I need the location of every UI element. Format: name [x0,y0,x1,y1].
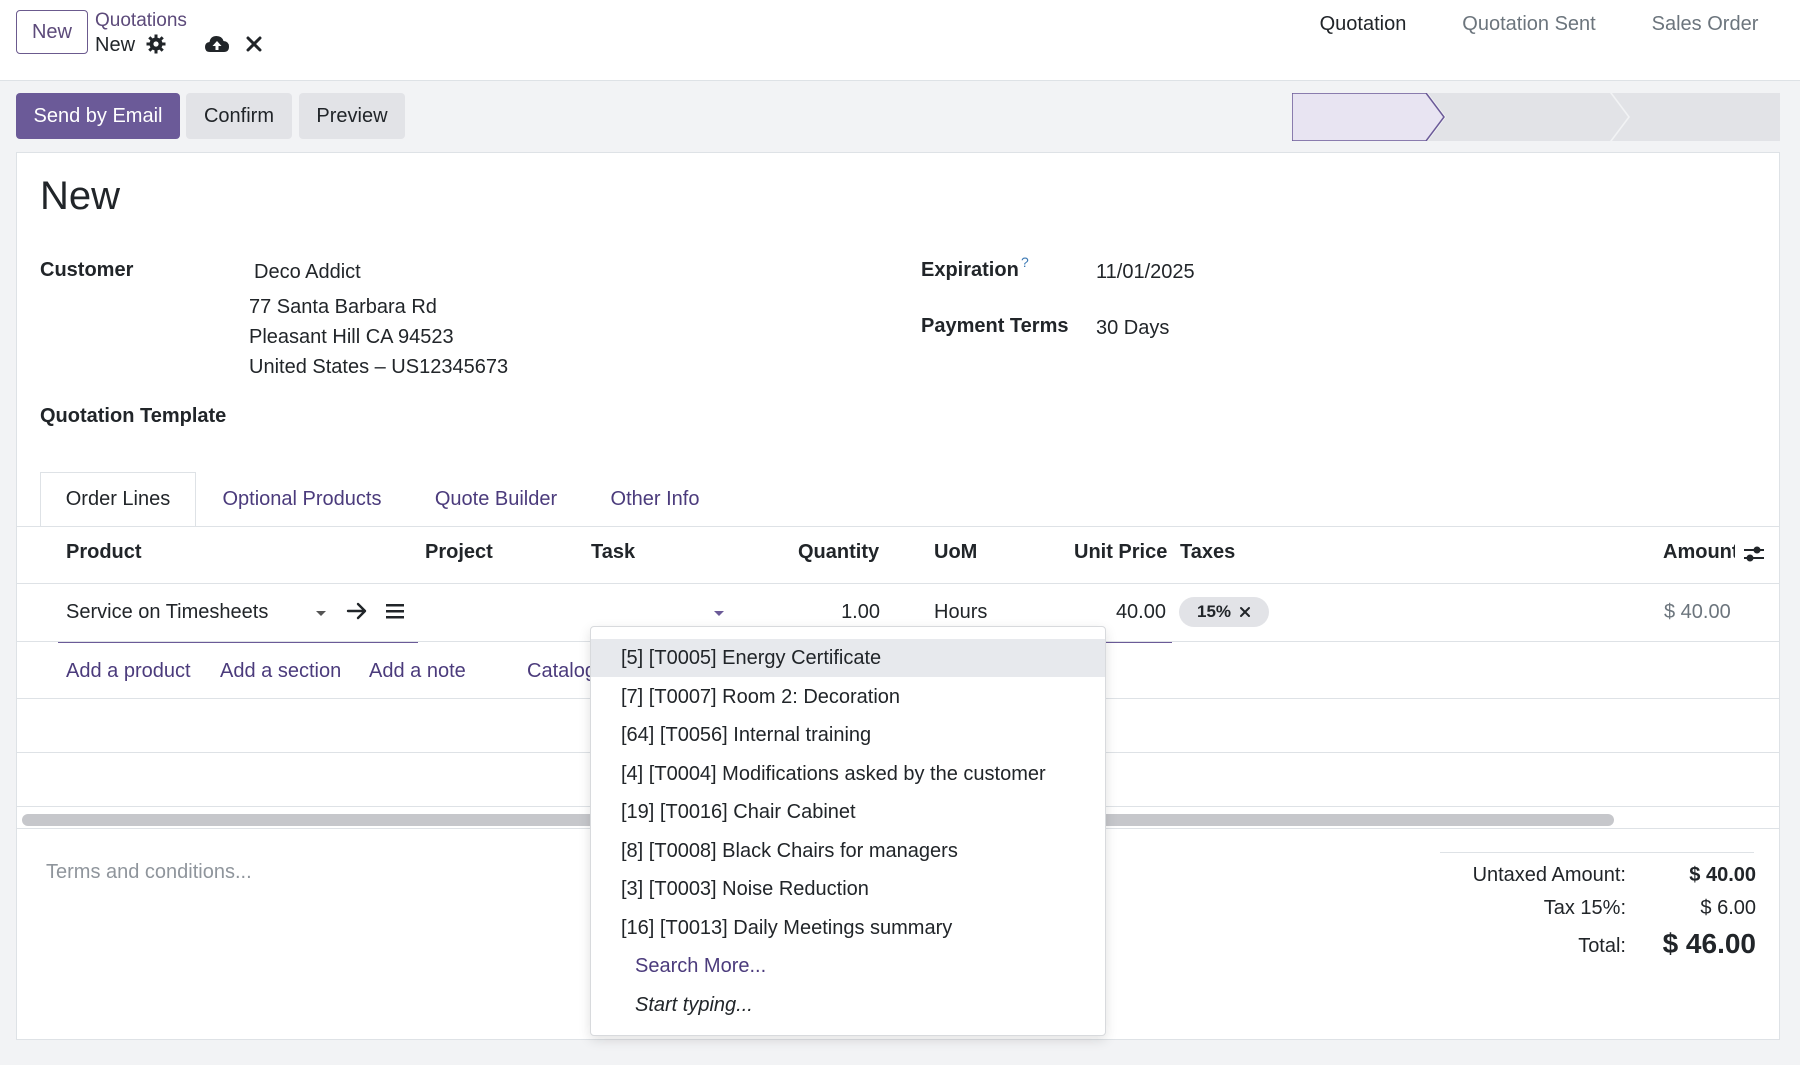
gear-icon[interactable] [146,34,166,54]
task-option[interactable]: [5] [T0005] Energy Certificate [591,639,1105,677]
total-value: $ 46.00 [1662,928,1756,959]
payment-terms-label: Payment Terms [921,315,1069,337]
preview-button[interactable]: Preview [299,93,405,139]
tab-order-lines[interactable]: Order Lines [40,472,196,526]
list-menu-icon[interactable] [385,601,405,621]
uom-field[interactable]: Hours [934,601,987,624]
customer-address-line1: 77 Santa Barbara Rd [249,296,437,318]
tax-amount-value: $ 6.00 [1700,897,1756,919]
column-header-quantity[interactable]: Quantity [798,541,879,564]
customer-field[interactable]: Deco Addict [254,261,361,284]
catalog-link[interactable]: Catalog [527,660,591,683]
task-dropdown-chevron-icon[interactable] [712,608,726,618]
page-title: New [40,174,121,218]
expiration-label: Expiration [921,259,1019,281]
payment-terms-field[interactable]: 30 Days [1096,317,1169,340]
arrow-right-icon[interactable] [346,601,368,621]
product-field[interactable]: Service on Timesheets [66,601,268,624]
task-option[interactable]: [19] [T0016] Chair Cabinet [591,793,1105,831]
totals-divider [1440,852,1754,853]
breadcrumb-quotations-link[interactable]: Quotations [95,10,187,32]
confirm-button[interactable]: Confirm [186,93,292,139]
add-product-link[interactable]: Add a product [66,660,191,683]
customer-label: Customer [40,259,134,281]
customer-address-line2: Pleasant Hill CA 94523 [249,326,454,348]
discard-close-icon[interactable] [246,36,262,52]
status-step-quotation-sent[interactable]: Quotation Sent [1446,0,1612,48]
column-header-product[interactable]: Product [66,541,142,564]
remove-tag-icon[interactable] [1239,606,1251,618]
quotation-template-label: Quotation Template [40,405,227,427]
start-typing-hint: Start typing... [635,993,753,1016]
header-row-divider [16,583,1780,584]
terms-and-conditions-field[interactable]: Terms and conditions... [46,861,252,884]
status-step-quotation[interactable]: Quotation [1292,0,1434,48]
help-tooltip-icon[interactable]: ? [1021,254,1029,270]
tab-quote-builder[interactable]: Quote Builder [420,472,572,526]
task-option[interactable]: [8] [T0008] Black Chairs for managers [591,832,1105,870]
tab-other-info[interactable]: Other Info [596,472,714,526]
cloud-upload-icon[interactable] [204,34,230,56]
status-step-sales-order[interactable]: Sales Order [1630,0,1780,48]
expiration-date-field[interactable]: 11/01/2025 [1096,261,1195,284]
column-header-amount[interactable]: Amount [1663,541,1735,564]
untaxed-amount-label: Untaxed Amount: [1472,864,1626,886]
tabs-divider [16,526,1780,527]
customer-address-line3: United States – US12345673 [249,356,509,378]
column-header-task[interactable]: Task [591,541,635,564]
untaxed-amount-value: $ 40.00 [1689,864,1756,886]
column-header-uom[interactable]: UoM [934,541,977,564]
tax-badge: 15% [1179,597,1269,627]
task-autocomplete-dropdown: [5] [T0005] Energy Certificate [7] [T000… [590,626,1106,1036]
column-header-taxes[interactable]: Taxes [1180,541,1235,564]
send-by-email-button[interactable]: Send by Email [16,93,180,139]
quantity-field[interactable]: 1.00 [820,601,880,624]
column-header-unit-price[interactable]: Unit Price [1074,541,1167,564]
tax-amount-label: Tax 15%: [1543,897,1626,919]
task-option[interactable]: [64] [T0056] Internal training [591,716,1105,754]
total-label: Total: [1578,935,1626,957]
new-record-button[interactable]: New [16,10,88,54]
task-option[interactable]: [16] [T0013] Daily Meetings summary [591,909,1105,947]
task-option[interactable]: [3] [T0003] Noise Reduction [591,870,1105,908]
optional-columns-icon[interactable] [1743,544,1765,564]
tab-optional-products[interactable]: Optional Products [210,472,394,526]
tax-badge-label: 15% [1196,602,1232,621]
add-section-link[interactable]: Add a section [220,660,341,683]
unit-price-field[interactable]: 40.00 [1090,601,1166,624]
status-bar-shapes [1292,93,1780,141]
task-option[interactable]: [4] [T0004] Modifications asked by the c… [591,755,1105,793]
add-note-link[interactable]: Add a note [369,660,466,683]
chevron-down-icon[interactable] [314,608,328,618]
task-option[interactable]: [7] [T0007] Room 2: Decoration [591,678,1105,716]
column-header-project[interactable]: Project [425,541,493,564]
amount-field: $ 40.00 [1664,601,1731,623]
breadcrumb-current: New [95,34,136,56]
search-more-option[interactable]: Search More... [591,947,1105,985]
